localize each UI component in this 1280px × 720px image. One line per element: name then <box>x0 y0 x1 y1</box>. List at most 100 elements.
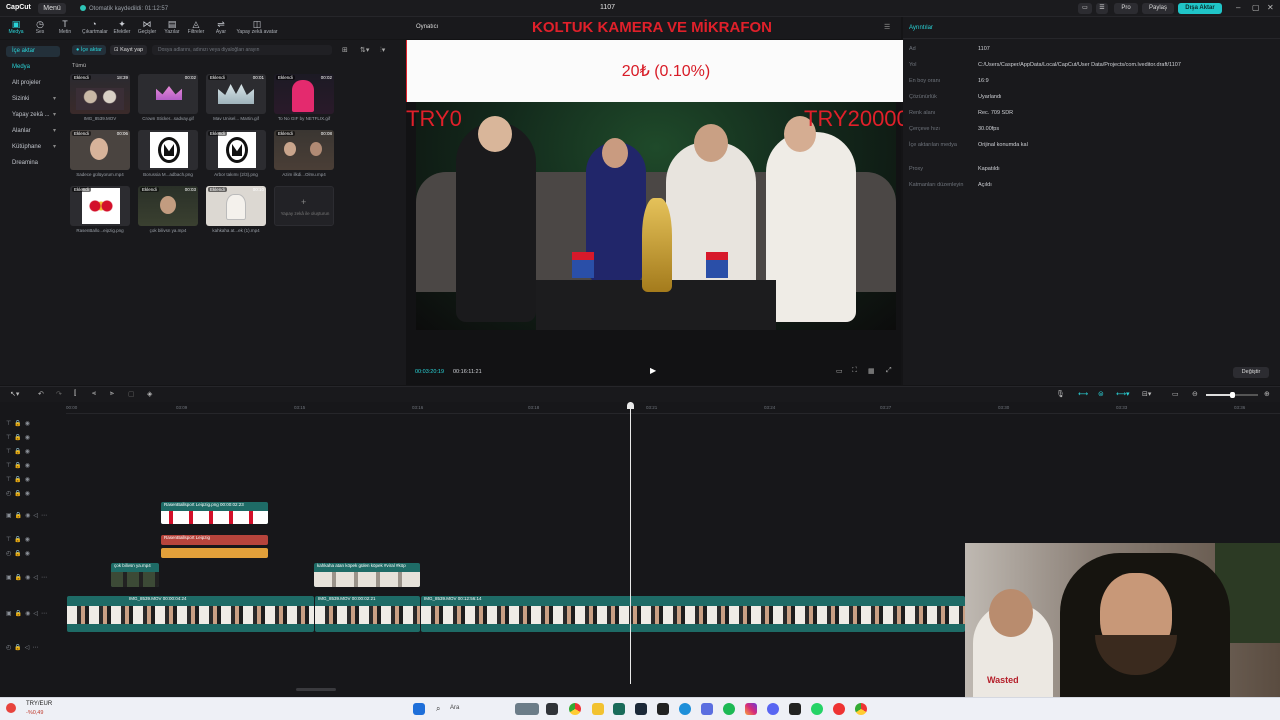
layout-icon[interactable]: ▭ <box>1078 3 1092 14</box>
delete-icon[interactable]: ▢ <box>128 390 135 398</box>
export-button[interactable]: Dışa Aktar <box>1178 3 1222 14</box>
media-item[interactable]: Eklendi <box>206 130 266 170</box>
media-item[interactable]: Eklendi 00:10 <box>206 186 266 226</box>
share-button[interactable]: Paylaş <box>1142 3 1174 14</box>
chrome-icon[interactable] <box>569 703 581 715</box>
ratio-icon[interactable]: ▭ <box>836 367 843 375</box>
widgets-icon[interactable] <box>515 703 539 715</box>
windows-start-icon[interactable] <box>413 703 425 715</box>
clip-main-2[interactable]: IMG_8539.MOV 00:00:02:21 <box>315 596 420 632</box>
media-item[interactable] <box>138 130 198 170</box>
pro-button[interactable]: Pro <box>1114 3 1138 14</box>
x-icon[interactable] <box>789 703 801 715</box>
redo-icon[interactable]: ↷ <box>56 390 62 398</box>
chrome-icon[interactable] <box>855 703 867 715</box>
quality-icon[interactable]: ▦ <box>868 367 875 375</box>
track-controls[interactable]: ◴🔒◉ <box>6 550 33 557</box>
split-right-icon[interactable]: ⫸ <box>110 390 114 398</box>
sort-icon[interactable]: ⇅▾ <box>360 46 369 54</box>
settings-icon[interactable]: ☰ <box>1096 3 1108 14</box>
task-view-icon[interactable] <box>546 703 558 715</box>
media-item[interactable]: Eklendi <box>70 186 130 226</box>
fullscreen-icon[interactable]: ⤢ <box>886 367 892 375</box>
tab-stickers[interactable]: ◔ Çıkartmalar <box>82 19 108 35</box>
track-controls[interactable]: ◴🔒◉ <box>6 490 33 497</box>
shield-icon[interactable]: ◈ <box>147 390 152 398</box>
track-controls[interactable]: ⊤🔒◉ <box>6 462 33 469</box>
snap-icon[interactable]: ⟷▾ <box>1116 390 1130 398</box>
tab-effects[interactable]: ✦ Efektler <box>110 19 134 35</box>
playhead[interactable] <box>630 402 631 684</box>
sidebar-item-media[interactable]: Medya <box>6 62 60 73</box>
sidebar-item-library[interactable]: Kütüphane ▾ <box>6 142 60 153</box>
undo-icon[interactable]: ↶ <box>38 390 44 398</box>
media-search-input[interactable]: Dosya adlarını, adınızı veya diyaloğları… <box>152 45 332 55</box>
clip-kahkaha[interactable]: kahkaha atan köpek gülen köpek #viral #k… <box>314 563 420 587</box>
zoom-in-icon[interactable]: ⊕ <box>1264 390 1270 398</box>
zoom-out-icon[interactable]: ⊖ <box>1192 390 1198 398</box>
ai-create-tile[interactable]: + Yapay zekâ ile oluşturun <box>274 186 334 226</box>
track-controls[interactable]: ⊤🔒◉ <box>6 420 33 427</box>
sidebar-item-spaces[interactable]: Alanlar ▾ <box>6 126 60 137</box>
menu-button[interactable]: Menü <box>38 3 66 14</box>
sidebar-item-ai[interactable]: Yapay zekâ ... ▾ <box>6 110 60 121</box>
zoom-slider[interactable] <box>1206 392 1258 398</box>
teams-icon[interactable] <box>701 703 713 715</box>
instagram-icon[interactable] <box>745 703 757 715</box>
close-icon[interactable]: ✕ <box>1267 3 1274 12</box>
filter-icon[interactable]: ⫶▾ <box>380 46 385 55</box>
tab-transitions[interactable]: ⋈ Geçişler <box>135 19 159 35</box>
track-controls[interactable]: ⊤🔒◉ <box>6 536 33 543</box>
preview-axis-icon[interactable]: ⊟▾ <box>1142 390 1151 398</box>
record-button[interactable]: ⊡ Kayıt yap <box>110 45 148 55</box>
track-controls[interactable]: ◴🔒◁⋯ <box>6 644 41 651</box>
discord-icon[interactable] <box>767 703 779 715</box>
tab-ai-avatar[interactable]: ◫ Yapay zekâ avatar <box>234 19 280 35</box>
obs-icon[interactable] <box>833 703 845 715</box>
minimize-icon[interactable]: – <box>1236 3 1240 12</box>
timeline-scrollbar[interactable] <box>296 688 336 691</box>
player-menu-icon[interactable]: ☰ <box>884 23 890 31</box>
sidebar-item-subprojects[interactable]: Alt projeler <box>6 78 60 89</box>
tab-captions[interactable]: ▤ Yazılar <box>160 19 184 35</box>
media-item[interactable]: 00:02 <box>138 74 198 114</box>
modify-button[interactable]: Değiştir <box>1233 367 1269 378</box>
split-left-icon[interactable]: ⫷ <box>92 390 96 398</box>
track-controls[interactable]: ⊤🔒◉ <box>6 448 33 455</box>
app-icon[interactable] <box>613 703 625 715</box>
tab-media[interactable]: ▣ Medya <box>4 19 28 35</box>
play-button[interactable]: ▶ <box>650 366 656 375</box>
capcut-icon[interactable] <box>657 703 669 715</box>
media-item[interactable]: Eklendi 00:08 <box>274 130 334 170</box>
select-tool-icon[interactable]: ↖▾ <box>10 390 19 398</box>
media-item[interactable]: Eklendi 00:03 <box>138 186 198 226</box>
magnet-icon[interactable]: ⊜ <box>1098 390 1104 398</box>
file-explorer-icon[interactable] <box>592 703 604 715</box>
caption-icon[interactable]: ▭ <box>1172 390 1179 398</box>
microphone-icon[interactable]: 🎙 <box>1056 390 1065 398</box>
tab-adjust[interactable]: ⇌ Ayar <box>209 19 233 35</box>
clip-main-3[interactable]: IMG_8539.MOV 00:12:56:14 <box>421 596 965 632</box>
clip-rb-text[interactable]: RasenBallsport Leipzig <box>161 535 268 545</box>
sidebar-item-yours[interactable]: Sizinki ▾ <box>6 94 60 105</box>
clip-audio-effect[interactable] <box>161 548 268 558</box>
steam-icon[interactable] <box>635 703 647 715</box>
media-item[interactable]: Eklendi 00:01 <box>206 74 266 114</box>
clip-cok-bilivsn[interactable]: çok bilivsn ya.mp4 <box>111 563 159 587</box>
track-controls[interactable]: ⊤🔒◉ <box>6 434 33 441</box>
spotify-icon[interactable] <box>723 703 735 715</box>
grid-view-icon[interactable]: ⊞ <box>342 46 348 54</box>
clip-rb-image[interactable]: RasenBallsport Leipzig.png 00:00:02:23 <box>161 502 268 524</box>
sidebar-item-import[interactable]: İçe aktar <box>6 46 60 57</box>
tab-filters[interactable]: ◬ Filtreler <box>184 19 208 35</box>
split-icon[interactable]: ⫿ <box>74 390 76 398</box>
link-icon[interactable]: ⟷ <box>1078 390 1088 398</box>
edge-icon[interactable] <box>679 703 691 715</box>
media-item[interactable]: Eklendi 00:06 <box>70 130 130 170</box>
track-controls[interactable]: ⊤🔒◉ <box>6 476 33 483</box>
zoom-slider-handle[interactable] <box>1230 392 1235 398</box>
tab-text[interactable]: T Metin <box>53 19 77 35</box>
media-item[interactable]: Eklendi 00:02 <box>274 74 334 114</box>
clip-main-1[interactable]: IMG_8539.MOV 00:00:04:24 <box>67 596 314 632</box>
media-item[interactable]: Eklendi 18:39 <box>70 74 130 114</box>
